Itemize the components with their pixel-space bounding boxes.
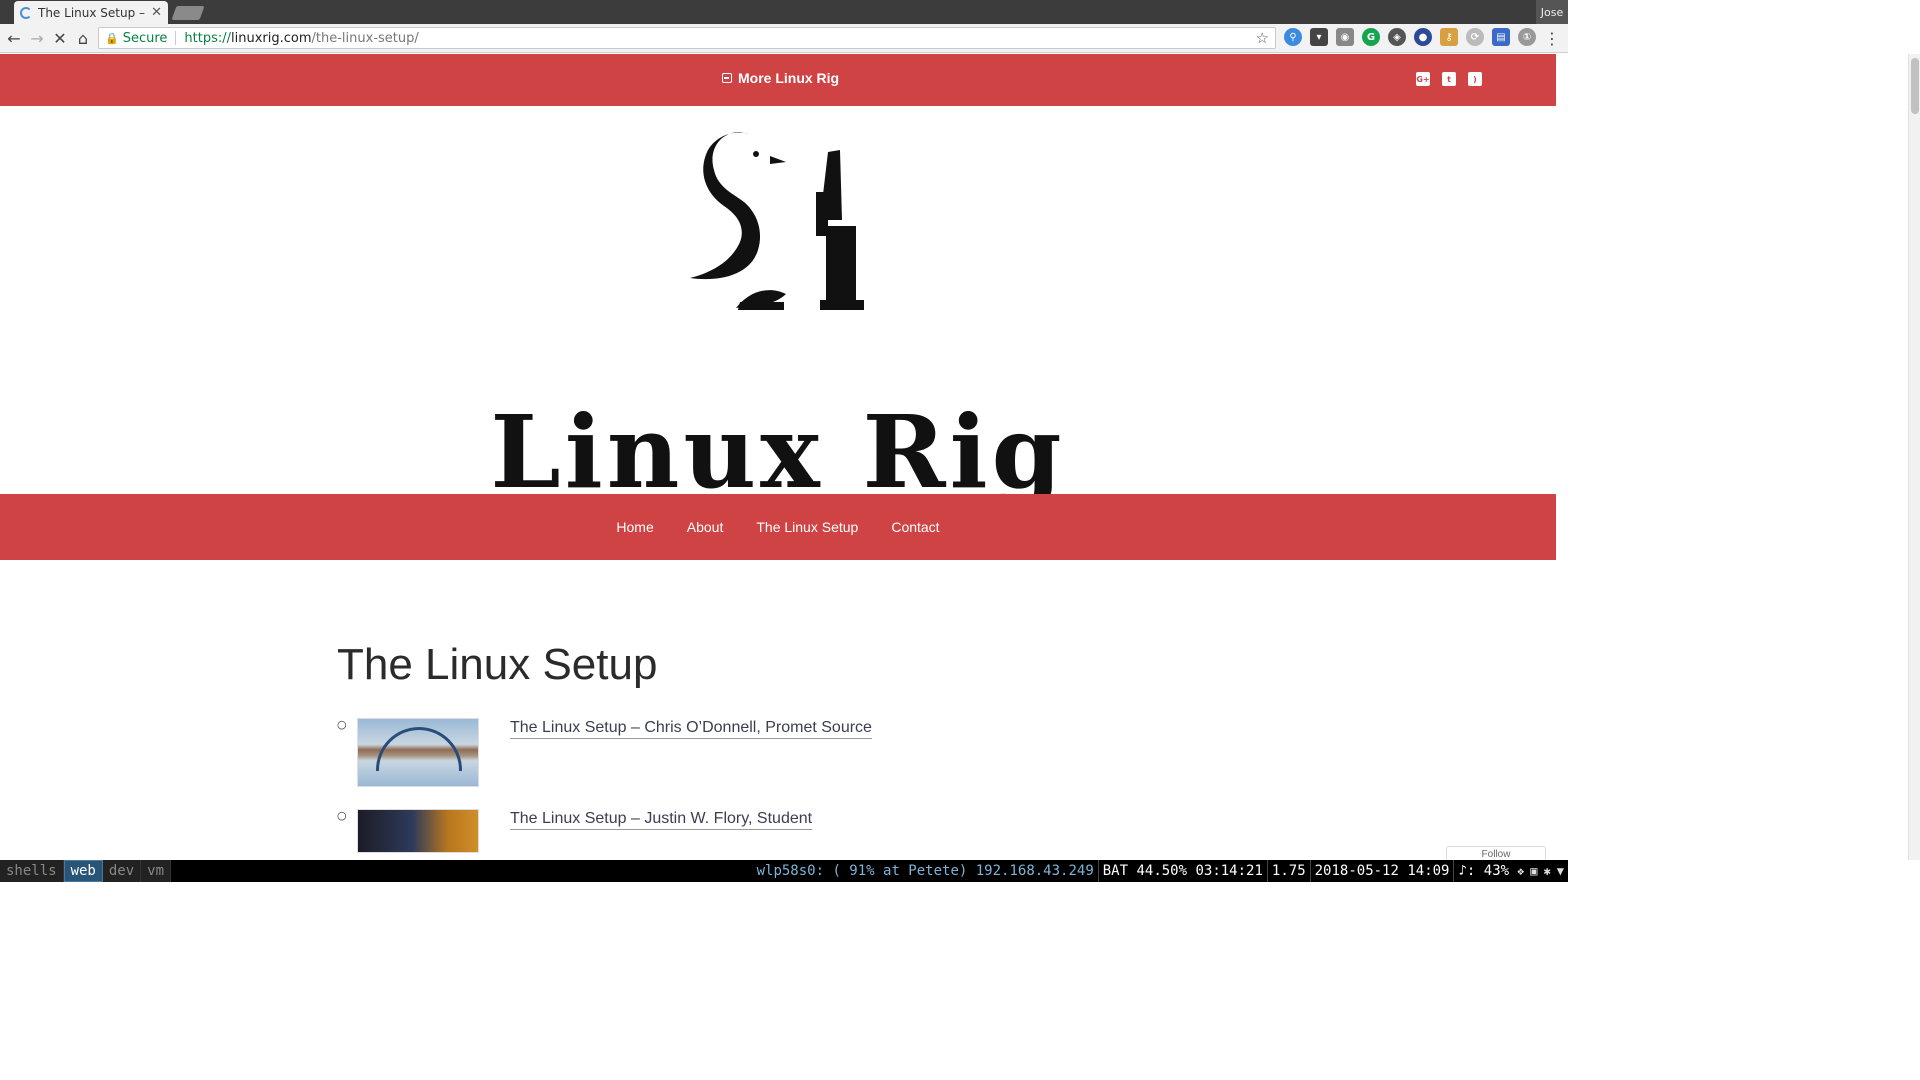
security-label: Secure (122, 30, 168, 46)
new-tab-button[interactable] (171, 6, 205, 20)
browser-tab-strip: The Linux Setup – Li ✕ Jose (0, 0, 1568, 24)
extension-icon[interactable]: ◈ (1388, 28, 1406, 46)
browser-tab[interactable]: The Linux Setup – Li ✕ (14, 1, 168, 24)
tray-app-icon[interactable]: ▣ (1530, 864, 1537, 878)
post-link[interactable]: The Linux Setup – Justin W. Flory, Stude… (510, 809, 813, 830)
social-links: G+ t ) (1416, 72, 1482, 86)
extension-icon[interactable]: ⚲ (1284, 28, 1302, 46)
penguin-logo-icon[interactable] (680, 130, 880, 316)
browser-menu-icon[interactable]: ⋮ (1544, 29, 1560, 48)
address-bar[interactable]: 🔒 Secure https://linuxrig.com/the-linux-… (98, 27, 1276, 49)
post-thumbnail[interactable] (357, 809, 479, 853)
grammarly-icon[interactable]: G (1362, 28, 1380, 46)
workspace-web[interactable]: web (63, 860, 103, 882)
battery-status: BAT 44.50% 03:14:21 (1097, 860, 1267, 882)
url-path: /the-linux-setup/ (311, 30, 419, 46)
wifi-status: wlp58s0: ( 91% at Petete) 192.168.43.249 (756, 863, 1094, 879)
wifi-icon[interactable]: ▼ (1557, 864, 1564, 878)
twitter-icon[interactable]: t (1442, 72, 1456, 86)
scrollbar-thumb[interactable] (1911, 58, 1919, 114)
browser-toolbar: ← → ✕ ⌂ 🔒 Secure https://linuxrig.com/th… (0, 24, 1568, 53)
translate-icon[interactable]: ▤ (1492, 28, 1510, 46)
workspace-vm[interactable]: vm (141, 860, 172, 882)
workspace-shells[interactable]: shells (0, 860, 64, 882)
pocket-icon[interactable]: ▾ (1310, 28, 1328, 46)
volume-status: ♪: 43% (1453, 860, 1513, 882)
url-scheme: https:// (184, 30, 232, 46)
nav-about[interactable]: About (687, 519, 724, 535)
system-tray: ❖ ▣ ✱ ▼ (1513, 864, 1568, 878)
google-plus-icon[interactable]: G+ (1416, 72, 1430, 86)
stop-icon[interactable]: ✕ (50, 28, 70, 48)
extension-icons: ⚲ ▾ ◉ G ◈ ● ⚷ ⟳ ▤ ① (1284, 28, 1536, 46)
workspace-dev[interactable]: dev (102, 860, 142, 882)
expand-icon (722, 73, 732, 83)
main-navigation: Home About The Linux Setup Contact (0, 494, 1556, 560)
post-link[interactable]: The Linux Setup – Chris O’Donnell, Prome… (510, 718, 872, 739)
back-icon[interactable]: ← (4, 28, 24, 48)
profile-button[interactable]: Jose (1536, 0, 1568, 24)
lock-icon: 🔒 (105, 31, 119, 45)
desktop-status-bar: shells web dev vm wlp58s0: ( 91% at Pete… (0, 860, 1568, 882)
home-icon[interactable]: ⌂ (73, 28, 93, 48)
status-blocks: wlp58s0: ( 91% at Petete) 192.168.43.249… (753, 860, 1568, 882)
site-wordmark[interactable]: Linux Rig (0, 402, 1556, 502)
camera-icon[interactable]: ◉ (1336, 28, 1354, 46)
key-icon[interactable]: ⚷ (1440, 28, 1458, 46)
dropbox-icon[interactable]: ❖ (1517, 864, 1524, 878)
nav-contact[interactable]: Contact (891, 519, 939, 535)
extension-icon[interactable]: ① (1518, 28, 1536, 46)
page-scrollbar[interactable] (1908, 54, 1920, 860)
more-linux-rig-link[interactable]: More Linux Rig (722, 70, 839, 86)
globe-icon[interactable]: ● (1414, 28, 1432, 46)
address-divider (175, 31, 177, 45)
bluetooth-icon[interactable]: ✱ (1544, 864, 1551, 878)
page-viewport: More Linux Rig G+ t ) Linux Rig Home Abo… (0, 54, 1556, 860)
forward-icon[interactable]: → (27, 28, 47, 48)
list-item: The Linux Setup – Chris O’Donnell, Prome… (357, 718, 1237, 787)
extension-icon[interactable]: ⟳ (1466, 28, 1484, 46)
site-header: Linux Rig (0, 106, 1556, 502)
tab-title: The Linux Setup – Li (38, 5, 148, 20)
post-thumbnail[interactable] (357, 718, 479, 787)
page-title: The Linux Setup (337, 640, 658, 689)
close-tab-icon[interactable]: ✕ (151, 5, 162, 20)
bookmark-star-icon[interactable]: ☆ (1256, 29, 1269, 47)
loading-spinner-icon (20, 6, 32, 19)
post-list: The Linux Setup – Chris O’Donnell, Prome… (337, 718, 1237, 853)
rss-icon[interactable]: ) (1468, 72, 1482, 86)
main-content: The Linux Setup The Linux Setup – Chris … (337, 640, 1237, 860)
follow-button[interactable]: Follow (1446, 846, 1546, 860)
url-host: linuxrig.com (231, 30, 312, 46)
clock: 2018-05-12 14:09 (1309, 860, 1454, 882)
nav-the-linux-setup[interactable]: The Linux Setup (756, 519, 858, 535)
nav-home[interactable]: Home (616, 519, 653, 535)
load-average: 1.75 (1266, 860, 1310, 882)
site-top-bar: More Linux Rig G+ t ) (0, 54, 1556, 106)
more-link-label: More Linux Rig (738, 70, 840, 86)
list-item: The Linux Setup – Justin W. Flory, Stude… (357, 809, 1237, 853)
